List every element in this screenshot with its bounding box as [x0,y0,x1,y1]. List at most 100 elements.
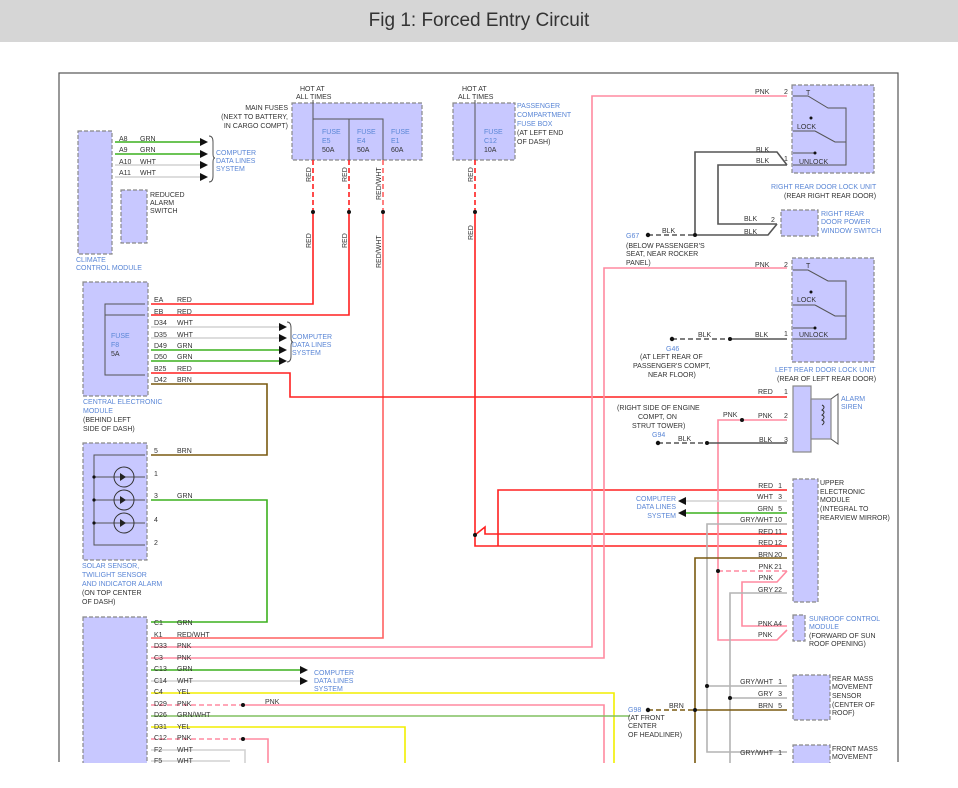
diagram-label: C4 [154,689,163,696]
diagram-label: (FORWARD OF SUN [809,633,876,640]
diagram-label: 1 [154,471,158,478]
diagram-label: 50A [357,147,370,154]
diagram-label: COMPARTMENT [517,112,572,119]
diagram-label: RED [468,167,475,182]
diagram-label: RED [177,366,192,373]
diagram-label: RED [758,540,773,547]
diagram-label: (AT FRONT [628,715,665,722]
diagram-label: SEAT, NEAR ROCKER [626,251,698,258]
diagram-label: RED [306,167,313,182]
diagram-label: RIGHT REAR DOOR LOCK UNIT [771,184,877,191]
diagram-label: PNK [755,262,770,269]
diagram-label: WINDOW SWITCH [821,228,881,235]
diagram-label: PNK [723,412,738,419]
diagram-label: GRY [758,691,773,698]
diagram-label: RED/WHT [376,235,383,268]
diagram-label: SYSTEM [292,350,321,357]
diagram-label: PNK [177,735,192,742]
diagram-label: GRN [140,136,156,143]
diagram-label: SOLAR SENSOR, [82,563,139,570]
right-rear-window-switch [780,209,819,237]
diagram-label: REDUCED [150,192,185,199]
diagram-label: UPPER [820,480,844,487]
diagram-label: 10 [774,517,782,524]
diagram-label: SYSTEM [314,686,343,693]
diagram-label: FUSE [322,129,341,136]
diagram-label: BLK [698,332,712,339]
diagram-label: PNK [758,621,773,628]
diagram-label: RIGHT REAR [821,211,864,218]
wiring-diagram: REDUCEDALARMSWITCH CLIMATECONTROL MODULE… [0,72,958,788]
diagram-label: BLK [744,216,758,223]
diagram-label: B25 [154,366,167,373]
diagram-label: FUSE [357,129,376,136]
diagram-label: PNK [759,575,774,582]
diagram-label: BLK [678,436,692,443]
diagram-label: 2 [784,89,788,96]
diagram-label: MODULE [83,408,113,415]
diagram-label: PNK [177,701,192,708]
diagram-label: GRN [177,493,193,500]
diagram-label: D29 [154,701,167,708]
diagram-label: G94 [652,432,665,439]
diagram-label: BRN [758,703,773,710]
diagram-label: PNK [265,699,280,706]
diagram-label: BRN [669,703,684,710]
diagram-label: D42 [154,377,167,384]
diagram-label: F2 [154,747,162,754]
diagram-label: PNK [177,643,192,650]
diagram-label: 1 [784,389,788,396]
diagram-label: E5 [322,138,331,145]
diagram-label: (BEHIND LEFT [83,417,132,424]
diagram-label: GRN [177,666,193,673]
diagram-label: 3 [778,494,782,501]
diagram-label: A4 [773,621,782,628]
diagram-label: WHT [177,678,194,685]
diagram-label: CLIMATE [76,257,106,264]
diagram-label: D49 [154,343,167,350]
diagram-label: SIDE OF DASH) [83,426,135,433]
diagram-label: 5 [778,703,782,710]
diagram-label: 3 [154,493,158,500]
diagram-label: EB [154,309,164,316]
diagram-label: UNLOCK [799,159,829,166]
diagram-label: BRN [177,448,192,455]
diagram-label: RED/WHT [376,167,383,200]
diagram-label: E1 [391,138,400,145]
diagram-label: GRN [140,147,156,154]
diagram-label: TWILIGHT SENSOR [82,572,147,579]
diagram-label: YEL [177,724,190,731]
diagram-label: GRY [758,587,773,594]
diagram-label: OF DASH) [82,599,115,606]
diagram-label: MODULE [820,497,850,504]
diagram-label: BLK [662,228,676,235]
diagram-label: WHT [177,747,194,754]
diagram-label: DATA LINES [637,504,677,511]
diagram-label: 1 [778,750,782,757]
diagram-label: BLK [756,147,770,154]
diagram-label: FUSE [111,333,130,340]
diagram-label: BLK [744,229,758,236]
diagram-label: (RIGHT SIDE OF ENGINE [617,405,700,412]
diagram-label: GRN [757,506,773,513]
diagram-label: OF HEADLINER) [628,732,682,739]
diagram-label: RED [468,225,475,240]
diagram-label: LOCK [797,124,816,131]
diagram-label: (REAR OF LEFT REAR DOOR) [777,376,876,383]
diagram-label: HOT AT [462,86,487,93]
diagram-label: COMPT, ON [638,414,677,421]
diagram-label: 3 [778,691,782,698]
diagram-label: DATA LINES [216,158,256,165]
diagram-label: WHT [177,320,194,327]
diagram-label: 5 [154,448,158,455]
diagram-label: PNK [177,655,192,662]
diagram-label: MODULE [809,624,839,631]
diagram-label: WHT [140,170,157,177]
diagram-label: C12 [154,735,167,742]
diagram-label: FRONT MASS [832,746,878,753]
diagram-label: ROOF OPENING) [809,641,866,648]
diagram-label: DATA LINES [314,678,354,685]
diagram-label: A11 [119,170,131,177]
diagram-label: G98 [628,707,641,714]
diagram-label: CENTRAL ELECTRONIC [83,399,162,406]
